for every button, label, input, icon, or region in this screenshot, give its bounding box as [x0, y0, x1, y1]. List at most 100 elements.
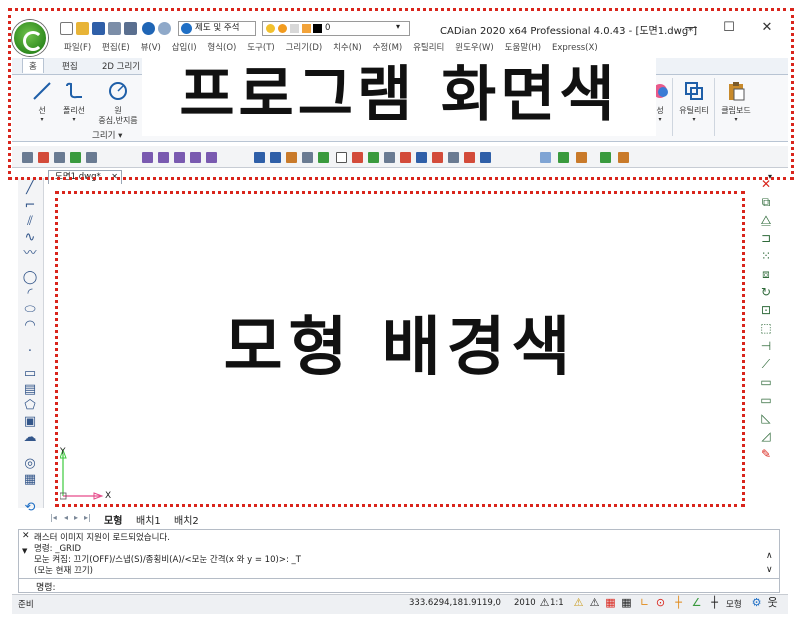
region-icon[interactable]: ▣	[22, 414, 38, 430]
ellipse-arc-icon[interactable]: ◠	[22, 318, 38, 334]
document-tab[interactable]: 도면1.dwg* ✕	[48, 170, 122, 184]
menu-draw[interactable]: 그리기(D)	[286, 41, 323, 53]
user-icon[interactable]: 웃	[766, 596, 779, 609]
stretch-icon[interactable]: ⬚	[758, 320, 774, 336]
redo-icon[interactable]	[158, 22, 171, 35]
area-icon[interactable]	[384, 152, 395, 163]
last-tab-icon[interactable]: ▸|	[84, 513, 91, 522]
menu-file[interactable]: 파일(F)	[64, 41, 91, 53]
print-icon[interactable]	[124, 22, 137, 35]
hatch-icon[interactable]	[318, 152, 329, 163]
layer-select[interactable]: 0	[262, 21, 410, 36]
spline-icon[interactable]: ∿	[22, 230, 38, 246]
arc-icon[interactable]: ◜	[22, 286, 38, 302]
tab-model[interactable]: 모형	[104, 512, 122, 527]
polygon-icon[interactable]: ⬠	[22, 398, 38, 414]
table-style-icon[interactable]	[174, 152, 185, 163]
ellipse-icon[interactable]: ⬭	[22, 302, 38, 318]
annotation-visibility-icon[interactable]: ⚠	[572, 596, 585, 609]
osnap-toggle-icon[interactable]: ┼	[672, 596, 685, 609]
batch-plot-icon[interactable]	[618, 152, 629, 163]
erase-icon[interactable]: ✕	[758, 176, 774, 192]
maximize-button[interactable]: ☐	[714, 18, 744, 38]
text-style-icon[interactable]	[142, 152, 153, 163]
audit-icon[interactable]	[432, 152, 443, 163]
plot-style-icon[interactable]	[206, 152, 217, 163]
circle-tool-button[interactable]: 원 중심,반지름	[98, 80, 138, 136]
mirror-icon[interactable]: ⧋	[758, 212, 774, 228]
insert-block-icon[interactable]	[270, 152, 281, 163]
document-tab-close-icon[interactable]: ✕	[111, 171, 118, 183]
tab-edit[interactable]: 편집	[62, 60, 78, 72]
table-icon[interactable]: ▦	[22, 472, 38, 488]
save-icon[interactable]	[92, 22, 105, 35]
print-preview-icon[interactable]	[600, 152, 611, 163]
minimize-button[interactable]: —	[676, 18, 706, 38]
join-icon[interactable]: ▭	[758, 392, 774, 408]
menu-help[interactable]: 도움말(H)	[505, 41, 541, 53]
chamfer-icon[interactable]: ◺	[758, 410, 774, 426]
donut-icon[interactable]: ◎	[22, 456, 38, 472]
mtext-icon[interactable]	[352, 152, 363, 163]
multileader-style-icon[interactable]	[190, 152, 201, 163]
menu-tools[interactable]: 도구(T)	[247, 41, 274, 53]
model-space-toggle[interactable]: 모형	[726, 598, 742, 610]
point-icon[interactable]: ·	[22, 344, 38, 360]
recover-icon[interactable]	[448, 152, 459, 163]
hatch-icon[interactable]: ▤	[22, 382, 38, 398]
draw-group-label[interactable]: 그리기 ▾	[92, 129, 122, 141]
snap-settings-icon[interactable]	[22, 152, 33, 163]
redo-arrow-icon[interactable]	[464, 152, 475, 163]
polar-toggle-icon[interactable]: ⊙	[654, 596, 667, 609]
purge-icon[interactable]	[400, 152, 411, 163]
menu-edit[interactable]: 편집(E)	[102, 41, 130, 53]
new-file-icon[interactable]	[60, 22, 73, 35]
dimension-style-icon[interactable]	[158, 152, 169, 163]
clipboard-tool-button[interactable]: 클립보드 ▾	[716, 80, 756, 136]
menu-insert[interactable]: 삽입(I)	[172, 41, 197, 53]
grid-toggle-icon[interactable]: ▦	[620, 596, 633, 609]
copy-icon[interactable]: ⧉	[758, 194, 774, 210]
undo-icon[interactable]	[142, 22, 155, 35]
text-icon[interactable]	[336, 152, 347, 163]
image-icon[interactable]	[302, 152, 313, 163]
tab-2d-draw[interactable]: 2D 그리기	[102, 60, 140, 72]
move-icon[interactable]: ⧈	[758, 266, 774, 282]
snap-mode-icon[interactable]	[38, 152, 49, 163]
find-icon[interactable]	[540, 152, 551, 163]
command-expand-icon[interactable]: ▼	[22, 547, 27, 555]
pdf-icon[interactable]	[576, 152, 587, 163]
fillet-icon[interactable]: ◿	[758, 428, 774, 444]
auto-scale-icon[interactable]: ⚠	[588, 596, 601, 609]
layer-manager-icon[interactable]	[416, 152, 427, 163]
save-as-icon[interactable]	[108, 22, 121, 35]
line-icon[interactable]: ╱	[22, 180, 38, 196]
lineweight-toggle-icon[interactable]: ┼	[708, 596, 721, 609]
rectangle-icon[interactable]: ▭	[22, 366, 38, 382]
rotate-icon[interactable]: ↻	[758, 284, 774, 300]
menu-format[interactable]: 형식(O)	[207, 41, 236, 53]
refresh-icon[interactable]: ⟲	[22, 500, 38, 516]
first-tab-icon[interactable]: |◂	[50, 513, 57, 522]
trim-icon[interactable]: ⊣	[758, 338, 774, 354]
snap-toggle-icon[interactable]: ▦	[604, 596, 617, 609]
ortho-mode-icon[interactable]	[70, 152, 81, 163]
freehand-icon[interactable]: 〰	[22, 246, 38, 262]
menu-dimension[interactable]: 치수(N)	[333, 41, 362, 53]
command-close-icon[interactable]: ✕	[22, 531, 30, 541]
ortho-toggle-icon[interactable]: ∟	[638, 596, 651, 609]
offset-icon[interactable]: ⊐	[758, 230, 774, 246]
globe-icon[interactable]	[480, 152, 491, 163]
break-icon[interactable]: ▭	[758, 374, 774, 390]
explode-icon[interactable]: ✎	[758, 446, 774, 462]
quick-access-dropdown-icon[interactable]: ▾	[396, 22, 400, 31]
menu-view[interactable]: 뷰(V)	[141, 41, 161, 53]
dwg-version[interactable]: 2010	[514, 598, 536, 608]
revcloud-icon[interactable]: ☁	[22, 430, 38, 446]
scroll-down-icon[interactable]: ∨	[766, 565, 773, 575]
excel-icon[interactable]	[558, 152, 569, 163]
block-icon[interactable]	[254, 152, 265, 163]
scale-icon[interactable]: ⊡	[758, 302, 774, 318]
close-button[interactable]: ✕	[752, 18, 782, 38]
utility-tool-button[interactable]: 유틸리티 ▾	[674, 80, 714, 136]
